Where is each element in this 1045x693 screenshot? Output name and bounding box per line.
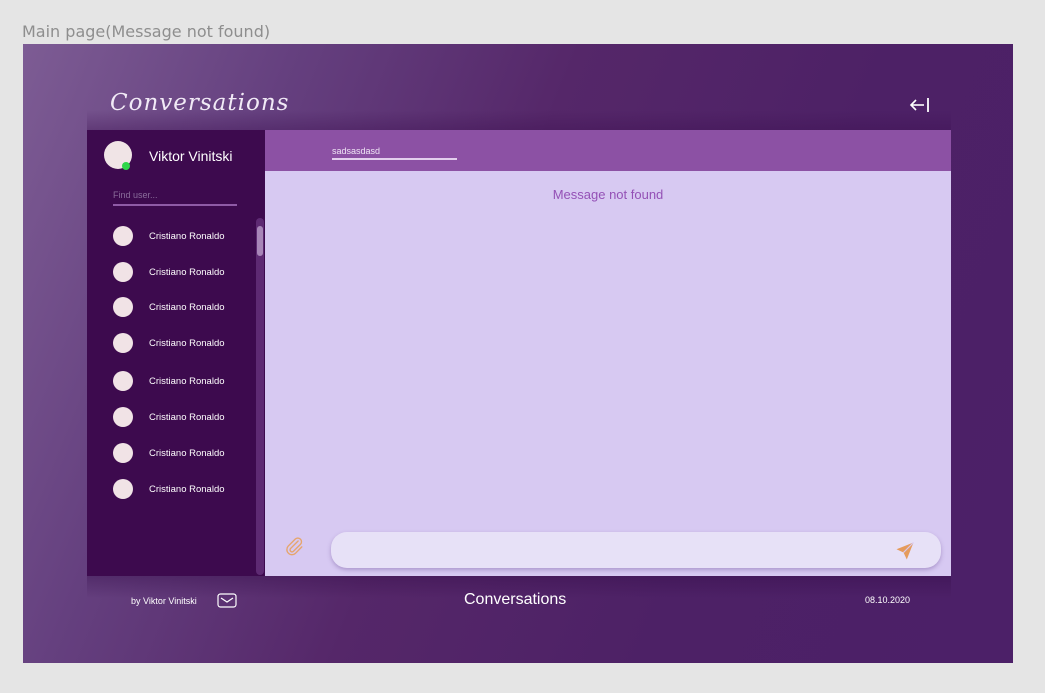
user-avatar [113,333,133,353]
chat-panel: Message not found [265,130,951,576]
user-list-item[interactable]: Cristiano Ronaldo [113,371,253,393]
online-status-dot [122,162,130,170]
user-name: Cristiano Ronaldo [149,484,225,495]
current-user-name: Viktor Vinitski [149,148,233,164]
messenger-app: Viktor Vinitski Cristiano Ronaldo Cristi… [87,130,951,576]
user-list-item[interactable]: Cristiano Ronaldo [113,479,253,501]
user-name: Cristiano Ronaldo [149,267,225,278]
message-search-input[interactable] [332,144,457,160]
user-list-item[interactable]: Cristiano Ronaldo [113,333,253,355]
user-name: Cristiano Ronaldo [149,448,225,459]
envelope-icon[interactable] [217,593,237,608]
user-list-item[interactable]: Cristiano Ronaldo [113,407,253,429]
paperclip-icon[interactable] [283,535,305,557]
header-shadow [87,110,951,130]
empty-state-message: Message not found [552,187,664,202]
user-avatar [113,479,133,499]
user-avatar [113,407,133,427]
message-input[interactable] [331,532,941,568]
chat-header [265,130,951,171]
scrollbar-thumb[interactable] [257,226,263,256]
user-list-scrollbar[interactable] [256,218,264,575]
send-icon[interactable] [895,541,915,561]
frame-label: Main page(Message not found) [22,22,271,41]
user-avatar [113,226,133,246]
user-list-item[interactable]: Cristiano Ronaldo [113,226,253,248]
user-name: Cristiano Ronaldo [149,412,225,423]
user-avatar [113,443,133,463]
user-name: Cristiano Ronaldo [149,338,225,349]
user-avatar [113,297,133,317]
find-user-input[interactable] [113,186,237,206]
footer-author: by Viktor Vinitski [131,596,197,606]
user-list-item[interactable]: Cristiano Ronaldo [113,262,253,284]
user-name: Cristiano Ronaldo [149,376,225,387]
user-list-item[interactable]: Cristiano Ronaldo [113,443,253,465]
sidebar: Viktor Vinitski Cristiano Ronaldo Cristi… [87,130,265,576]
footer-title: Conversations [464,591,567,608]
user-avatar [113,262,133,282]
user-name: Cristiano Ronaldo [149,231,225,242]
user-name: Cristiano Ronaldo [149,302,225,313]
app-frame: Conversations Viktor Vinitski Cristiano … [23,44,1013,663]
user-list-item[interactable]: Cristiano Ronaldo [113,297,253,319]
user-avatar [113,371,133,391]
footer-date: 08.10.2020 [865,595,911,605]
